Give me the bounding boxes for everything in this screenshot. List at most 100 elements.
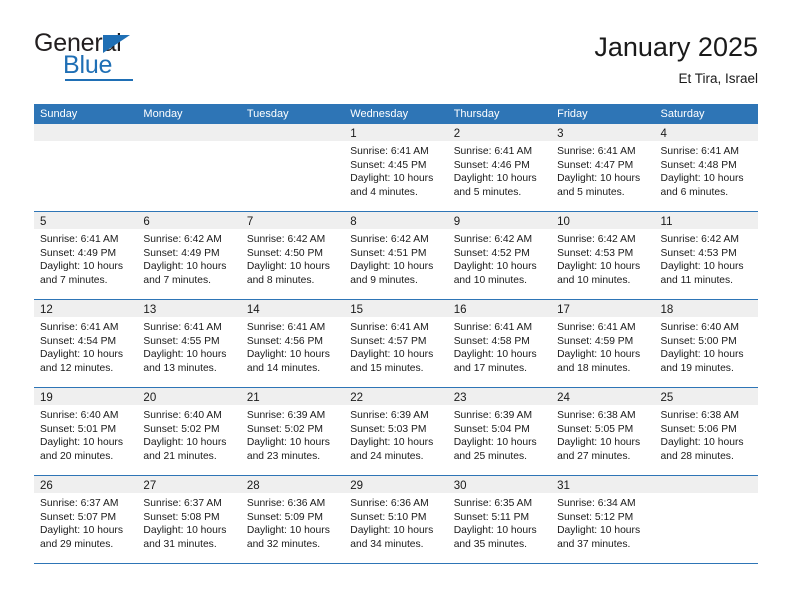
daylight-duration-cont: and 10 minutes.: [453, 274, 527, 286]
daylight-duration: Daylight: 10 hours: [557, 349, 641, 361]
calendar-day-cell[interactable]: 6 Sunrise: 6:42 AM Sunset: 4:49 PM Daylight…: [137, 212, 241, 299]
day-number-band: 21: [240, 388, 345, 405]
day-details: Sunrise: 6:41 AM Sunset: 4:54 PM Daylight:…: [34, 317, 137, 375]
calendar-weeks: 1 Sunrise: 6:41 AM Sunset: 4:45 PM Daylight…: [34, 124, 758, 564]
calendar-day-cell[interactable]: 14 Sunrise: 6:41 AM Sunset: 4:56 PM Dayligh…: [240, 300, 345, 387]
daylight-duration-cont: and 27 minutes.: [557, 450, 631, 462]
day-number-band: 16: [447, 300, 552, 317]
calendar-day-cell-empty: [654, 476, 758, 563]
calendar-day-cell[interactable]: 26 Sunrise: 6:37 AM Sunset: 5:07 PM Dayligh…: [34, 476, 138, 563]
daylight-duration: Daylight: 10 hours: [143, 525, 227, 537]
calendar-day-cell[interactable]: 16 Sunrise: 6:41 AM Sunset: 4:58 PM Dayligh…: [447, 300, 552, 387]
calendar-day-cell[interactable]: 15 Sunrise: 6:41 AM Sunset: 4:57 PM Dayligh…: [344, 300, 448, 387]
calendar-day-cell[interactable]: 29 Sunrise: 6:36 AM Sunset: 5:10 PM Dayligh…: [344, 476, 448, 563]
calendar-day-cell[interactable]: 1 Sunrise: 6:41 AM Sunset: 4:45 PM Daylight…: [344, 124, 448, 211]
day-details: Sunrise: 6:38 AM Sunset: 5:06 PM Daylight:…: [655, 405, 758, 463]
daylight-duration-cont: and 7 minutes.: [40, 274, 108, 286]
calendar-day-cell[interactable]: 27 Sunrise: 6:37 AM Sunset: 5:08 PM Dayligh…: [137, 476, 241, 563]
daylight-duration: Daylight: 10 hours: [660, 437, 744, 449]
sunset-time: Sunset: 4:51 PM: [350, 247, 427, 259]
day-number-band: 27: [137, 476, 241, 493]
calendar-day-cell[interactable]: 31 Sunrise: 6:34 AM Sunset: 5:12 PM Dayligh…: [551, 476, 655, 563]
calendar-day-cell[interactable]: 17 Sunrise: 6:41 AM Sunset: 4:59 PM Dayligh…: [551, 300, 655, 387]
calendar-day-cell[interactable]: 19 Sunrise: 6:40 AM Sunset: 5:01 PM Dayligh…: [34, 388, 138, 475]
daylight-duration: Daylight: 10 hours: [453, 349, 537, 361]
day-details: Sunrise: 6:42 AM Sunset: 4:51 PM Daylight:…: [344, 229, 447, 287]
day-number-band: [137, 124, 241, 141]
calendar-day-cell[interactable]: 2 Sunrise: 6:41 AM Sunset: 4:46 PM Daylight…: [447, 124, 552, 211]
calendar-day-cell[interactable]: 8 Sunrise: 6:42 AM Sunset: 4:51 PM Daylight…: [344, 212, 448, 299]
sunset-time: Sunset: 5:11 PM: [453, 511, 530, 523]
day-details: Sunrise: 6:42 AM Sunset: 4:50 PM Daylight:…: [241, 229, 344, 287]
day-number: 25: [660, 392, 674, 404]
sunrise-time: Sunrise: 6:42 AM: [453, 234, 533, 245]
calendar-week-row: 12 Sunrise: 6:41 AM Sunset: 4:54 PM Dayligh…: [34, 300, 758, 388]
sunrise-time: Sunrise: 6:42 AM: [557, 234, 636, 245]
day-number-band: 28: [240, 476, 345, 493]
day-number: 21: [246, 392, 260, 404]
daylight-duration-cont: and 8 minutes.: [246, 274, 315, 286]
day-details: Sunrise: 6:39 AM Sunset: 5:04 PM Daylight:…: [448, 405, 551, 463]
calendar-day-cell[interactable]: 25 Sunrise: 6:38 AM Sunset: 5:06 PM Dayligh…: [654, 388, 758, 475]
calendar-day-cell-empty: [34, 124, 138, 211]
day-details: Sunrise: 6:40 AM Sunset: 5:01 PM Daylight:…: [34, 405, 137, 463]
calendar-day-cell[interactable]: 21 Sunrise: 6:39 AM Sunset: 5:02 PM Dayligh…: [240, 388, 345, 475]
sunrise-time: Sunrise: 6:41 AM: [453, 322, 533, 333]
daylight-duration: Daylight: 10 hours: [40, 261, 123, 273]
calendar-day-cell[interactable]: 30 Sunrise: 6:35 AM Sunset: 5:11 PM Dayligh…: [447, 476, 552, 563]
day-number-band: 15: [344, 300, 448, 317]
calendar-day-cell[interactable]: 10 Sunrise: 6:42 AM Sunset: 4:53 PM Dayligh…: [551, 212, 655, 299]
day-number-band: 29: [344, 476, 448, 493]
day-number-band: 8: [344, 212, 448, 229]
day-details: Sunrise: 6:41 AM Sunset: 4:56 PM Daylight:…: [241, 317, 344, 375]
calendar-day-cell[interactable]: 7 Sunrise: 6:42 AM Sunset: 4:50 PM Daylight…: [240, 212, 345, 299]
calendar-week-row: 5 Sunrise: 6:41 AM Sunset: 4:49 PM Daylight…: [34, 212, 758, 300]
calendar-day-cell[interactable]: 18 Sunrise: 6:40 AM Sunset: 5:00 PM Dayligh…: [654, 300, 758, 387]
day-details: Sunrise: 6:42 AM Sunset: 4:53 PM Daylight:…: [655, 229, 758, 287]
day-details: Sunrise: 6:37 AM Sunset: 5:08 PM Daylight:…: [137, 493, 240, 551]
sunset-time: Sunset: 4:49 PM: [40, 247, 117, 259]
sunrise-time: Sunrise: 6:38 AM: [557, 410, 636, 421]
daylight-duration: Daylight: 10 hours: [143, 349, 227, 361]
daylight-duration: Daylight: 10 hours: [453, 261, 537, 273]
day-number: 10: [557, 216, 570, 228]
day-number-band: 11: [654, 212, 758, 229]
day-number: 29: [350, 480, 364, 492]
daylight-duration: Daylight: 10 hours: [660, 261, 744, 273]
calendar-day-cell[interactable]: 20 Sunrise: 6:40 AM Sunset: 5:02 PM Dayligh…: [137, 388, 241, 475]
day-details: Sunrise: 6:36 AM Sunset: 5:10 PM Daylight:…: [344, 493, 447, 551]
sunrise-time: Sunrise: 6:41 AM: [246, 322, 326, 333]
calendar-week-row: 26 Sunrise: 6:37 AM Sunset: 5:07 PM Dayligh…: [34, 476, 758, 564]
calendar-day-cell[interactable]: 9 Sunrise: 6:42 AM Sunset: 4:52 PM Daylight…: [447, 212, 552, 299]
day-number-band: 30: [447, 476, 552, 493]
calendar-day-cell[interactable]: 11 Sunrise: 6:42 AM Sunset: 4:53 PM Dayligh…: [654, 212, 758, 299]
daylight-duration-cont: and 11 minutes.: [660, 274, 734, 286]
calendar-day-cell[interactable]: 13 Sunrise: 6:41 AM Sunset: 4:55 PM Dayligh…: [137, 300, 241, 387]
day-details: Sunrise: 6:41 AM Sunset: 4:55 PM Daylight:…: [137, 317, 240, 375]
calendar-week-row: 1 Sunrise: 6:41 AM Sunset: 4:45 PM Daylight…: [34, 124, 758, 212]
calendar-day-cell[interactable]: 23 Sunrise: 6:39 AM Sunset: 5:04 PM Dayligh…: [447, 388, 552, 475]
day-number: 20: [143, 392, 157, 404]
sunrise-time: Sunrise: 6:42 AM: [660, 234, 739, 245]
calendar-day-cell[interactable]: 24 Sunrise: 6:38 AM Sunset: 5:05 PM Dayligh…: [551, 388, 655, 475]
sunset-time: Sunset: 5:09 PM: [246, 511, 323, 523]
sunset-time: Sunset: 5:10 PM: [350, 511, 427, 523]
calendar-day-cell[interactable]: 3 Sunrise: 6:41 AM Sunset: 4:47 PM Daylight…: [551, 124, 655, 211]
daylight-duration: Daylight: 10 hours: [660, 349, 744, 361]
sunrise-time: Sunrise: 6:41 AM: [557, 146, 636, 157]
sunrise-time: Sunrise: 6:41 AM: [350, 146, 429, 157]
day-number: 24: [557, 392, 570, 404]
day-number: 8: [350, 216, 357, 228]
calendar-day-cell[interactable]: 4 Sunrise: 6:41 AM Sunset: 4:48 PM Daylight…: [654, 124, 758, 211]
calendar-day-cell[interactable]: 28 Sunrise: 6:36 AM Sunset: 5:09 PM Dayligh…: [240, 476, 345, 563]
sunrise-time: Sunrise: 6:41 AM: [350, 322, 429, 333]
sunrise-time: Sunrise: 6:41 AM: [40, 234, 119, 245]
sunset-time: Sunset: 5:03 PM: [350, 423, 427, 435]
sunrise-time: Sunrise: 6:41 AM: [453, 146, 533, 157]
calendar-day-cell[interactable]: 12 Sunrise: 6:41 AM Sunset: 4:54 PM Dayligh…: [34, 300, 138, 387]
calendar-day-cell[interactable]: 5 Sunrise: 6:41 AM Sunset: 4:49 PM Daylight…: [34, 212, 138, 299]
daylight-duration-cont: and 28 minutes.: [660, 450, 734, 462]
daylight-duration: Daylight: 10 hours: [40, 349, 123, 361]
calendar-day-cell[interactable]: 22 Sunrise: 6:39 AM Sunset: 5:03 PM Dayligh…: [344, 388, 448, 475]
day-number: 16: [453, 304, 467, 316]
